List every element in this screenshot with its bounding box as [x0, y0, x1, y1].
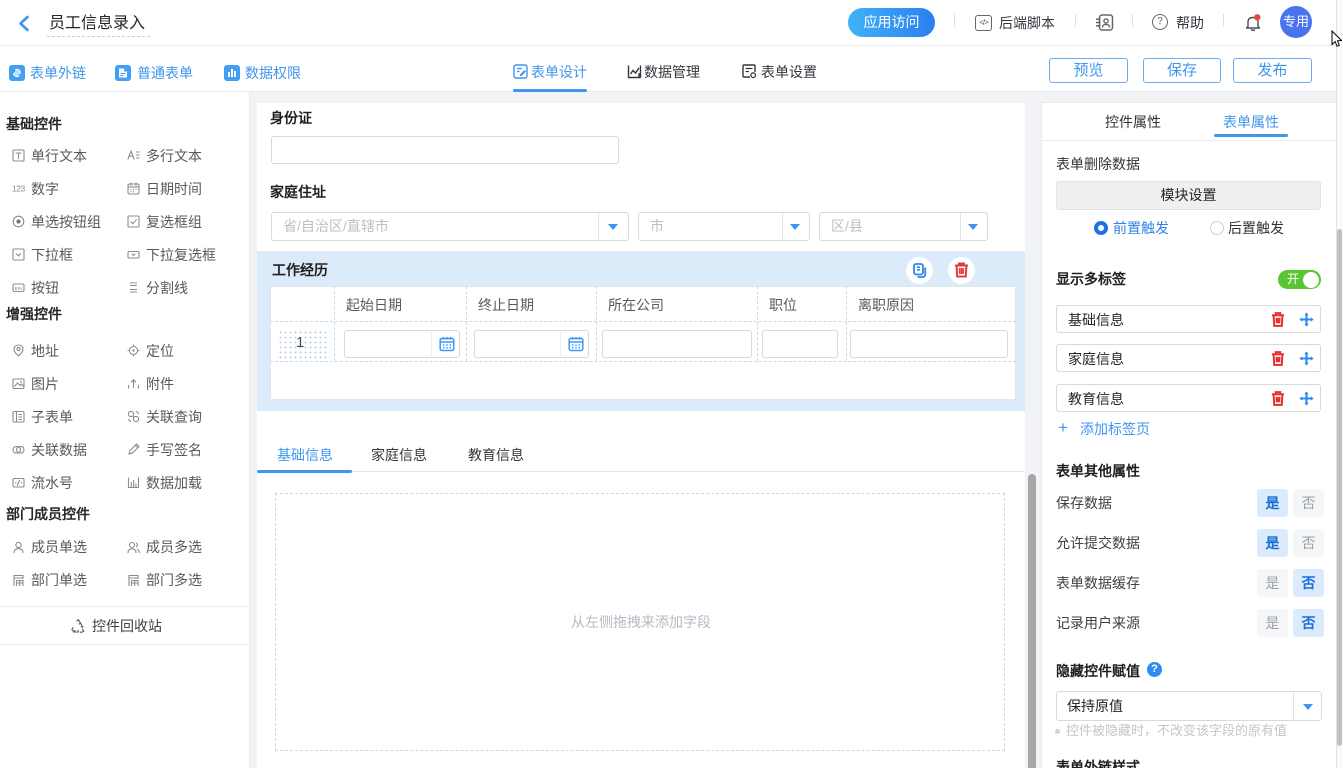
svg-text:123: 123	[12, 184, 25, 194]
svg-text:BIN: BIN	[15, 286, 23, 291]
